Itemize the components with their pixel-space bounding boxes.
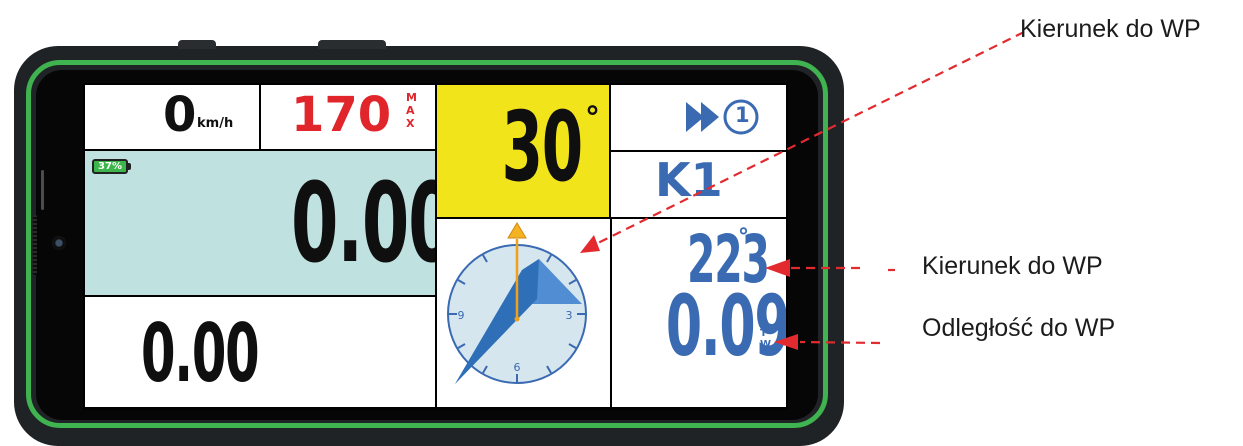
callout-distance-label: Odległość do WP	[922, 314, 1116, 342]
callout-arrows	[580, 31, 1025, 350]
callout-top-label: Kierunek do WP	[1020, 15, 1201, 43]
arrowhead-top	[580, 235, 600, 253]
arrowhead-distance	[774, 334, 798, 350]
arrowhead-bearing	[765, 259, 790, 277]
arrow-distance-line	[799, 340, 881, 345]
callout-bearing-label: Kierunek do WP	[922, 252, 1103, 280]
arrow-top-line	[595, 31, 1025, 245]
